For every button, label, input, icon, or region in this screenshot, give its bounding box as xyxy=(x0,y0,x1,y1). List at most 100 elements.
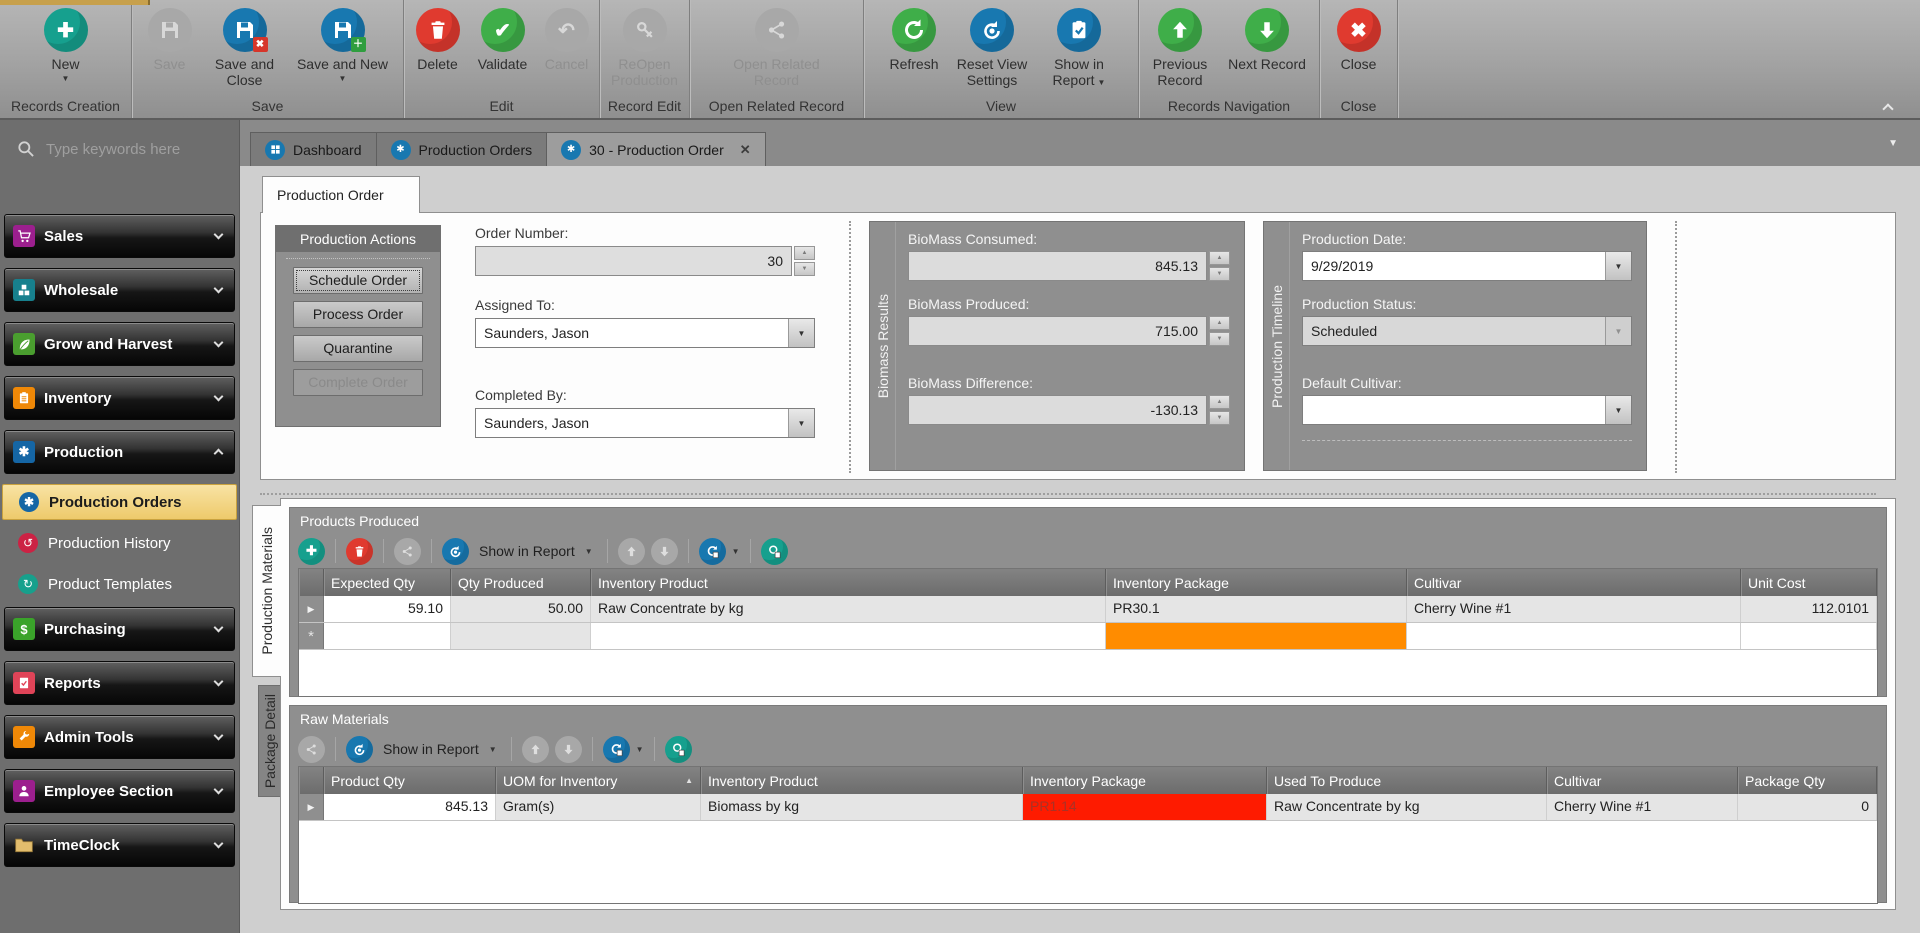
inventory-package-cell-error[interactable]: PR1.14 xyxy=(1023,794,1267,820)
reset-view-settings-button[interactable]: Reset View Settings xyxy=(948,6,1036,88)
cultivar-cell[interactable] xyxy=(1407,623,1741,649)
column-header[interactable]: Inventory Product xyxy=(701,767,1023,794)
biomass-consumed-field[interactable]: 845.13 ▲▼ xyxy=(908,251,1230,281)
complete-order-button[interactable]: Complete Order xyxy=(293,369,423,396)
unit-cost-cell[interactable] xyxy=(1741,623,1877,649)
ribbon-collapse-chevron[interactable] xyxy=(1884,100,1898,110)
tab-package-detail[interactable]: Package Detail xyxy=(258,685,281,797)
expected-qty-cell[interactable] xyxy=(324,623,451,649)
completed-by-combo[interactable]: Saunders, Jason ▼ xyxy=(475,408,815,438)
sidebar-item-grow-and-harvest[interactable]: Grow and Harvest xyxy=(4,322,235,366)
share-button[interactable] xyxy=(394,538,421,565)
save-and-close-button[interactable]: ✖ Save and Close xyxy=(199,6,291,88)
inventory-product-cell[interactable] xyxy=(591,623,1106,649)
share-button[interactable] xyxy=(298,736,325,763)
package-qty-cell[interactable]: 0 xyxy=(1738,794,1877,820)
spin-up-icon[interactable]: ▲ xyxy=(794,246,815,260)
product-qty-cell[interactable]: 845.13 xyxy=(324,794,496,820)
show-in-report-button[interactable]: Show in Report ▼ xyxy=(475,543,597,559)
best-fit-button[interactable] xyxy=(665,736,692,763)
spin-down-icon[interactable]: ▼ xyxy=(1209,267,1230,281)
chevron-down-icon[interactable]: ▼ xyxy=(732,547,740,556)
chevron-down-icon[interactable]: ▼ xyxy=(636,745,644,754)
open-related-record-button[interactable]: Open Related Record xyxy=(717,6,837,88)
column-header[interactable]: Qty Produced xyxy=(451,569,591,596)
sidebar-item-production-orders[interactable]: ✱ Production Orders xyxy=(2,484,237,520)
process-order-button[interactable]: Process Order xyxy=(293,301,423,328)
delete-row-button[interactable] xyxy=(346,538,373,565)
reopen-production-button[interactable]: ReOpen Production xyxy=(602,6,688,88)
sidebar-item-sales[interactable]: Sales xyxy=(4,214,235,258)
show-in-report-button[interactable]: Show in Report ▼ xyxy=(379,741,501,757)
spin-down-icon[interactable]: ▼ xyxy=(1209,411,1230,425)
column-header[interactable]: Product Qty xyxy=(324,767,496,794)
qty-produced-cell[interactable]: 50.00 xyxy=(451,596,591,622)
move-down-button[interactable] xyxy=(555,736,582,763)
used-to-produce-cell[interactable]: Raw Concentrate by kg xyxy=(1267,794,1547,820)
unit-cost-cell[interactable]: 112.0101 xyxy=(1741,596,1877,622)
chevron-down-icon[interactable]: ▼ xyxy=(1605,252,1631,280)
column-header[interactable]: Used To Produce xyxy=(1267,767,1547,794)
sidebar-item-inventory[interactable]: Inventory xyxy=(4,376,235,420)
production-status-combo[interactable]: Scheduled ▼ xyxy=(1302,316,1632,346)
assigned-to-combo[interactable]: Saunders, Jason ▼ xyxy=(475,318,815,348)
inventory-product-cell[interactable]: Biomass by kg xyxy=(701,794,1023,820)
biomass-produced-field[interactable]: 715.00 ▲▼ xyxy=(908,316,1230,346)
reset-view-button[interactable] xyxy=(442,538,469,565)
sidebar-item-timeclock[interactable]: TimeClock xyxy=(4,823,235,867)
sidebar-item-production[interactable]: ✱ Production xyxy=(4,430,235,474)
close-button[interactable]: ✖ Close xyxy=(1330,6,1388,72)
column-header[interactable]: Package Qty xyxy=(1738,767,1877,794)
column-header[interactable]: Inventory Product xyxy=(591,569,1106,596)
sidebar-item-purchasing[interactable]: $ Purchasing xyxy=(4,607,235,651)
best-fit-button[interactable] xyxy=(761,538,788,565)
inventory-product-cell[interactable]: Raw Concentrate by kg xyxy=(591,596,1106,622)
sidebar-item-reports[interactable]: Reports xyxy=(4,661,235,705)
new-button[interactable]: ✚ New ▼ xyxy=(27,6,105,83)
inventory-package-cell[interactable]: PR30.1 xyxy=(1106,596,1407,622)
chevron-down-icon[interactable]: ▼ xyxy=(788,319,814,347)
cultivar-cell[interactable]: Cherry Wine #1 xyxy=(1407,596,1741,622)
save-and-new-button[interactable]: ＋ Save and New ▼ xyxy=(293,6,393,83)
previous-record-button[interactable]: Previous Record xyxy=(1143,6,1217,88)
spin-up-icon[interactable]: ▲ xyxy=(1209,316,1230,330)
export-button[interactable] xyxy=(603,736,630,763)
tab-production-materials[interactable]: Production Materials xyxy=(252,505,281,677)
schedule-order-button[interactable]: Schedule Order xyxy=(293,267,423,294)
tab-30-production-order[interactable]: ✱ 30 - Production Order ✕ xyxy=(547,132,766,166)
column-header[interactable]: Inventory Package xyxy=(1106,569,1407,596)
delete-button[interactable]: Delete xyxy=(408,6,468,72)
move-up-button[interactable] xyxy=(522,736,549,763)
column-header[interactable]: Cultivar xyxy=(1407,569,1741,596)
search-input[interactable]: Type keywords here xyxy=(0,128,239,170)
quarantine-button[interactable]: Quarantine xyxy=(293,335,423,362)
sidebar-item-production-history[interactable]: ↺ Production History xyxy=(2,525,237,561)
biomass-difference-field[interactable]: -130.13 ▲▼ xyxy=(908,395,1230,425)
spin-up-icon[interactable]: ▲ xyxy=(1209,251,1230,265)
sidebar-item-employee-section[interactable]: Employee Section xyxy=(4,769,235,813)
sidebar-item-product-templates[interactable]: ↻ Product Templates xyxy=(2,566,237,602)
refresh-button[interactable]: Refresh xyxy=(882,6,946,72)
column-header[interactable]: Inventory Package xyxy=(1023,767,1267,794)
sidebar-item-wholesale[interactable]: Wholesale xyxy=(4,268,235,312)
add-row-button[interactable]: ✚ xyxy=(298,538,325,565)
tab-production-orders[interactable]: ✱ Production Orders xyxy=(377,132,548,166)
next-record-button[interactable]: Next Record xyxy=(1219,6,1315,72)
default-cultivar-combo[interactable]: ▼ xyxy=(1302,395,1632,425)
spin-down-icon[interactable]: ▼ xyxy=(794,262,815,276)
validate-button[interactable]: ✔ Validate xyxy=(470,6,536,72)
save-button[interactable]: Save xyxy=(143,6,197,72)
column-header[interactable]: Cultivar xyxy=(1547,767,1738,794)
spin-up-icon[interactable]: ▲ xyxy=(1209,395,1230,409)
splitter-handle[interactable] xyxy=(260,493,1876,495)
inventory-package-cell-warning[interactable] xyxy=(1106,623,1407,649)
tab-overflow-chevron[interactable]: ▼ xyxy=(1888,138,1898,149)
reset-view-button[interactable] xyxy=(346,736,373,763)
column-header[interactable]: Expected Qty xyxy=(324,569,451,596)
move-down-button[interactable] xyxy=(651,538,678,565)
production-date-combo[interactable]: 9/29/2019 ▼ xyxy=(1302,251,1632,281)
tab-close-icon[interactable]: ✕ xyxy=(740,142,751,158)
qty-produced-cell[interactable] xyxy=(451,623,591,649)
uom-cell[interactable]: Gram(s) xyxy=(496,794,701,820)
column-header[interactable]: Unit Cost xyxy=(1741,569,1877,596)
